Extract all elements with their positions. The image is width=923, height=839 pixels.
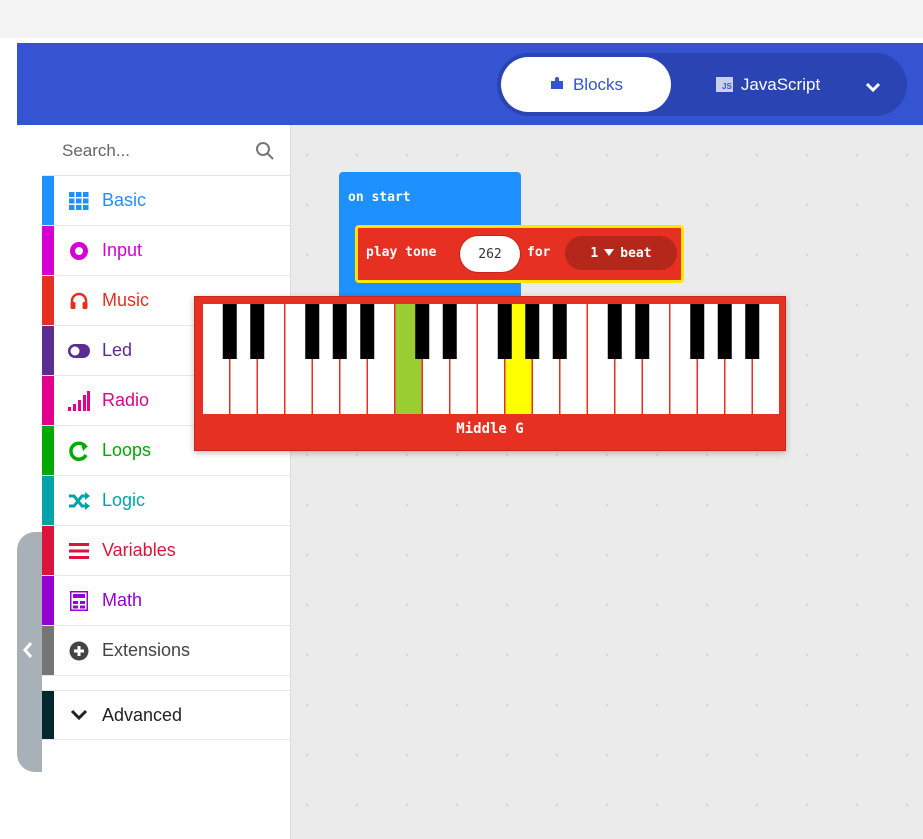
category-label: Radio [102, 390, 150, 410]
list-lines-icon [68, 540, 90, 562]
calculator-icon [68, 590, 90, 612]
top-strip [0, 0, 923, 38]
signal-bars-icon [68, 390, 90, 412]
tone-value-field[interactable]: 262 [462, 238, 518, 270]
js-icon: JS [715, 77, 733, 92]
piano-black-key[interactable] [360, 304, 375, 359]
piano-black-key[interactable] [332, 304, 347, 359]
toggle-icon [68, 340, 90, 362]
javascript-tab-label: JavaScript [740, 74, 821, 94]
chevron-left-icon[interactable] [21, 640, 35, 660]
category-label: Variables [102, 540, 176, 560]
piano-picker[interactable]: Middle G [194, 296, 786, 451]
category-advanced[interactable]: Advanced [42, 690, 290, 740]
puzzle-icon [549, 74, 565, 95]
category-label: Basic [102, 190, 147, 210]
category-label: Loops [102, 440, 152, 460]
blocks-tab[interactable]: Blocks [501, 57, 671, 112]
category-label: Advanced [102, 704, 183, 725]
play-tone-label: play tone [366, 245, 437, 260]
piano-black-key[interactable] [717, 304, 732, 359]
category-label: Math [102, 590, 143, 610]
piano-black-key[interactable] [607, 304, 622, 359]
shuffle-icon [68, 490, 90, 512]
beat-label: beat [620, 245, 652, 261]
category-label: Extensions [102, 640, 191, 660]
search-icon[interactable] [255, 141, 275, 161]
piano-black-key[interactable] [690, 304, 705, 359]
page-margin [0, 125, 17, 839]
piano-black-key[interactable] [222, 304, 237, 359]
category-label: Logic [102, 490, 146, 510]
piano-keyboard[interactable] [195, 297, 785, 422]
piano-black-key[interactable] [415, 304, 430, 359]
category-label: Music [102, 290, 150, 310]
for-label: for [527, 245, 551, 260]
blocks-tab-label: Blocks [572, 74, 624, 94]
beat-value: 1 [590, 245, 599, 261]
piano-black-key[interactable] [745, 304, 760, 359]
category-extensions[interactable]: Extensions [42, 626, 290, 676]
category-basic[interactable]: Basic [42, 176, 290, 226]
chevron-down-icon[interactable] [858, 72, 888, 102]
category-label: Input [102, 240, 143, 260]
category-variables[interactable]: Variables [42, 526, 290, 576]
toolbox: Search... Basic Input Music Led Radio Lo… [42, 125, 291, 839]
piano-black-key[interactable] [497, 304, 512, 359]
beat-dropdown[interactable]: 1 beat [565, 236, 677, 270]
piano-black-key[interactable] [305, 304, 320, 359]
category-math[interactable]: Math [42, 576, 290, 626]
grid-icon [68, 190, 90, 212]
caret-down-icon [604, 246, 615, 261]
piano-note-label: Middle G [456, 421, 524, 437]
javascript-tab[interactable]: JS JavaScript [688, 57, 848, 112]
category-input[interactable]: Input [42, 226, 290, 276]
on-start-label: on start [348, 190, 411, 205]
category-logic[interactable]: Logic [42, 476, 290, 526]
piano-black-key[interactable] [552, 304, 567, 359]
circle-dot-icon [68, 240, 90, 262]
piano-black-key[interactable] [442, 304, 457, 359]
search-input[interactable]: Search... [62, 141, 130, 161]
piano-black-key[interactable] [635, 304, 650, 359]
toolbox-search[interactable]: Search... [42, 125, 290, 176]
chevron-down-icon [68, 704, 90, 726]
piano-black-key[interactable] [250, 304, 265, 359]
piano-black-key[interactable] [525, 304, 540, 359]
loop-arrow-icon [68, 440, 90, 462]
headphones-icon [68, 290, 90, 312]
category-label: Led [102, 340, 133, 360]
plus-circle-icon [68, 640, 90, 662]
